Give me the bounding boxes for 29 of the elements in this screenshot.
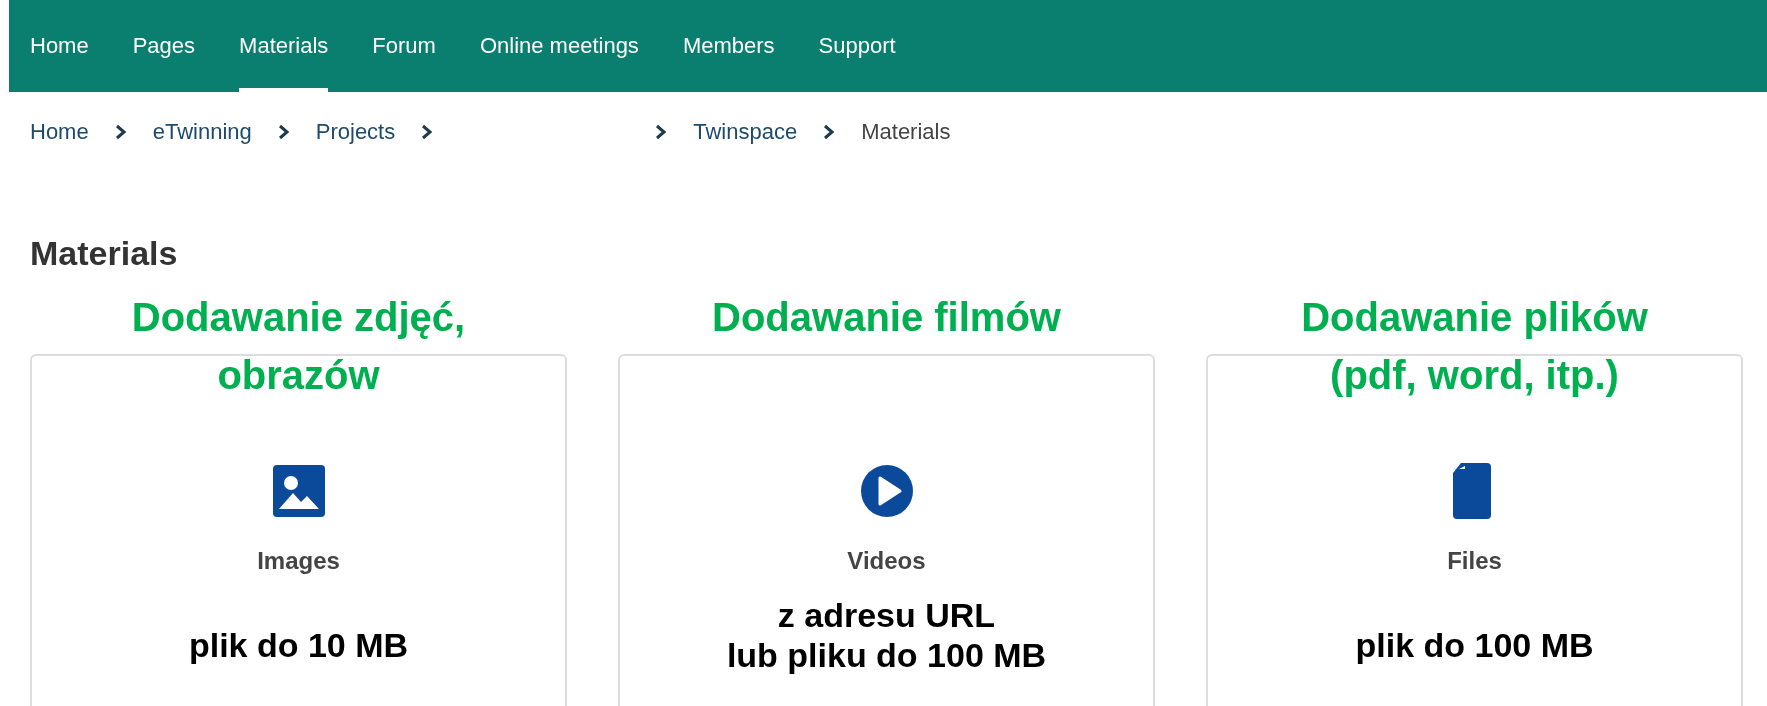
nav-tab[interactable]: Members <box>682 0 775 92</box>
annotation-title: obrazów <box>217 352 380 399</box>
card-label: Images <box>257 547 340 575</box>
chevron-right-icon <box>114 124 127 140</box>
annotation-note: z adresu URL <box>777 595 996 635</box>
chevron-right-icon <box>823 124 836 140</box>
annotation-title: (pdf, word, itp.) <box>1330 352 1619 399</box>
card-label: Files <box>1447 547 1502 575</box>
nav-tab[interactable]: Home <box>30 0 89 92</box>
chevron-right-icon <box>277 124 290 140</box>
breadcrumb-current: Materials <box>861 119 951 145</box>
nav-tab[interactable]: Online meetings <box>479 0 639 92</box>
breadcrumb-link[interactable]: Twinspace <box>693 119 798 145</box>
nav-tab[interactable]: Support <box>818 0 896 92</box>
nav-tab[interactable]: Forum <box>372 0 436 92</box>
nav-tab[interactable]: Pages <box>132 0 196 92</box>
annotation-note: plik do 100 MB <box>1355 625 1594 665</box>
annotation-note: lub pliku do 100 MB <box>726 635 1047 675</box>
chevron-right-icon <box>421 124 434 140</box>
annotation-note: plik do 10 MB <box>188 625 409 665</box>
page-heading: Materials <box>29 233 179 274</box>
annotation-title: Dodawanie zdjęć, <box>131 294 466 341</box>
breadcrumb-link[interactable]: Projects <box>315 119 396 145</box>
breadcrumb-link[interactable]: Home <box>30 119 89 145</box>
nav-tab[interactable]: Materials <box>239 0 329 92</box>
annotation-title: Dodawanie plików <box>1301 294 1648 341</box>
annotation-title: Dodawanie filmów <box>712 294 1061 341</box>
card-label: Videos <box>847 547 926 575</box>
breadcrumb-link[interactable]: eTwinning <box>152 119 252 145</box>
